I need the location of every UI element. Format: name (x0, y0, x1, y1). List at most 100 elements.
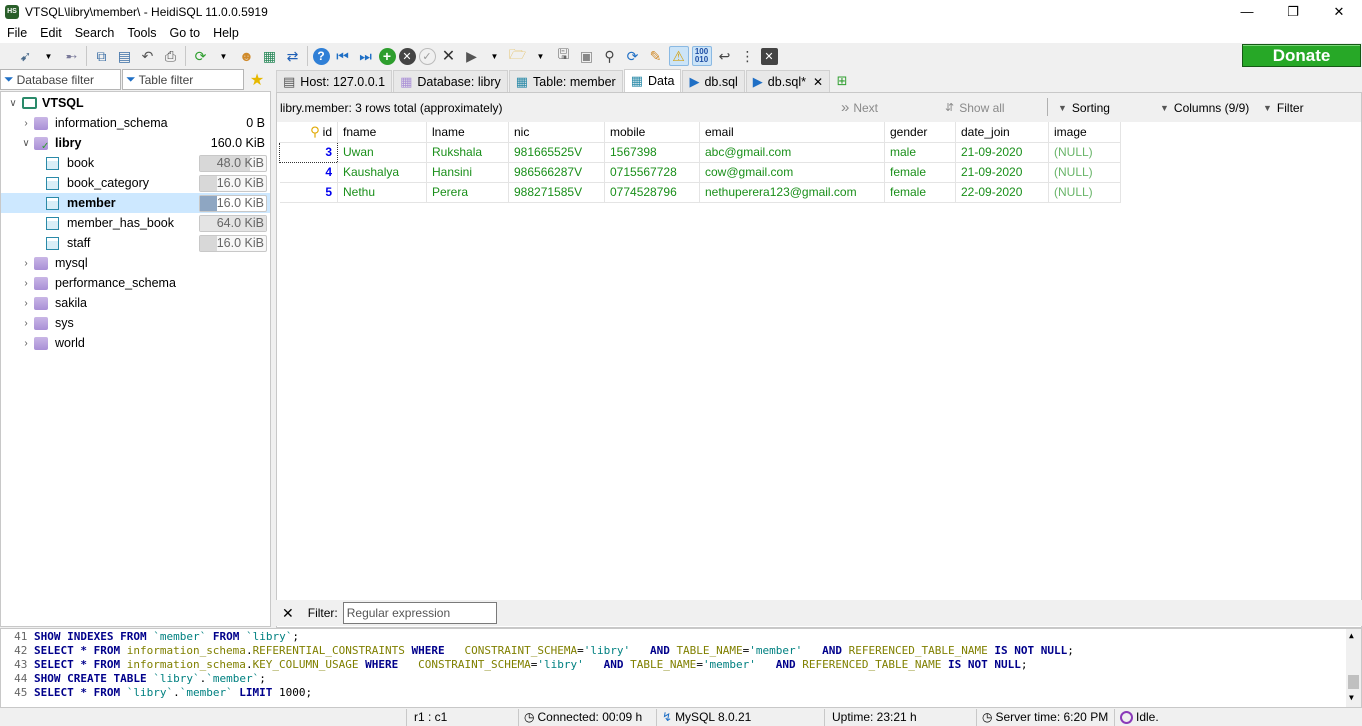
tree-db-mysql[interactable]: › mysql (1, 253, 270, 273)
cell-gender[interactable]: male (884, 142, 956, 163)
scroll-up-icon[interactable]: ▲ (1349, 631, 1354, 640)
cell-fname[interactable]: Kaushalya (337, 162, 427, 183)
print-icon[interactable]: ⎙ (161, 46, 181, 66)
tree-db-libry[interactable]: ∨ ✓ libry 160.0 KiB (1, 133, 270, 153)
export-icon[interactable]: ▦ (260, 46, 280, 66)
tab-table[interactable]: ▦ Table: member (508, 70, 623, 92)
cell-date-join[interactable]: 21-09-2020 (955, 162, 1049, 183)
expand-icon[interactable]: › (21, 278, 31, 289)
undo-icon[interactable]: ↶ (138, 46, 158, 66)
refresh-icon[interactable]: ⟳ (191, 46, 211, 66)
cell-lname[interactable]: Hansini (426, 162, 509, 183)
expand-icon[interactable]: › (21, 298, 31, 309)
filter-button[interactable]: ▼ Filter (1263, 101, 1304, 115)
tree-table-book-category[interactable]: book_category 16.0 KiB (1, 173, 270, 193)
tree-db-world[interactable]: › world (1, 333, 270, 353)
tree-db-performance-schema[interactable]: › performance_schema (1, 273, 270, 293)
help-icon[interactable]: ? (312, 47, 330, 65)
warnings-icon[interactable]: ⚠ (668, 46, 689, 66)
cell-id[interactable]: 4 (279, 162, 338, 183)
menu-tools[interactable]: Tools (120, 26, 162, 40)
scroll-thumb[interactable] (1348, 675, 1359, 689)
cell-fname[interactable]: Nethu (337, 182, 427, 203)
insert-row-icon[interactable]: + (378, 47, 396, 65)
cell-date-join[interactable]: 22-09-2020 (955, 182, 1049, 203)
expand-icon[interactable]: › (21, 118, 31, 129)
cell-mobile[interactable]: 0774528796 (604, 182, 700, 203)
collapse-icon[interactable]: ∨ (8, 98, 18, 109)
sync-icon[interactable]: ⇄ (283, 46, 303, 66)
sql-log-scrollbar[interactable]: ▲ ▼ (1346, 629, 1361, 707)
cell-id[interactable]: 5 (279, 182, 338, 203)
show-all-button[interactable]: ⇵ Show all (945, 101, 1005, 115)
column-header-date-join[interactable]: date_join (955, 122, 1049, 143)
column-header-mobile[interactable]: mobile (604, 122, 700, 143)
tree-table-member-has-book[interactable]: member_has_book 64.0 KiB (1, 213, 270, 233)
cell-fname[interactable]: Uwan (337, 142, 427, 163)
cell-email[interactable]: cow@gmail.com (699, 162, 885, 183)
expand-icon[interactable]: › (21, 318, 31, 329)
user-manager-icon[interactable]: ☻ (237, 46, 257, 66)
table-row[interactable]: 5 Nethu Perera 988271585V 0774528796 net… (279, 182, 1121, 203)
expand-icon[interactable]: › (21, 258, 31, 269)
menu-search[interactable]: Search (68, 26, 121, 40)
next-button[interactable]: » Next (841, 99, 878, 116)
stop-icon[interactable]: ✕ (760, 47, 778, 65)
cell-mobile[interactable]: 1567398 (604, 142, 700, 163)
cell-nic[interactable]: 981665525V (508, 142, 605, 163)
execute-dropdown-icon[interactable]: ▼ (485, 46, 505, 66)
collapse-icon[interactable]: ∨ (21, 138, 31, 149)
cell-lname[interactable]: Rukshala (426, 142, 509, 163)
maximize-button[interactable]: ❐ (1270, 0, 1316, 23)
execute-icon[interactable]: ▶ (462, 46, 482, 66)
column-header-nic[interactable]: nic (508, 122, 605, 143)
post-icon[interactable]: ✓ (418, 47, 436, 65)
cell-email[interactable]: nethuperera123@gmail.com (699, 182, 885, 203)
database-filter-input[interactable]: ⏷ Database filter (0, 69, 121, 90)
menu-goto[interactable]: Go to (163, 26, 207, 40)
close-window-button[interactable]: ✕ (1316, 0, 1362, 23)
filter-input[interactable]: Regular expression (342, 602, 497, 624)
cell-gender[interactable]: female (884, 162, 956, 183)
column-header-email[interactable]: email (699, 122, 885, 143)
tree-table-member[interactable]: member 16.0 KiB (1, 193, 270, 213)
donate-button[interactable]: Donate (1242, 44, 1361, 67)
expand-icon[interactable]: › (21, 338, 31, 349)
tab-database[interactable]: ▦ Database: libry (393, 70, 508, 92)
menu-file[interactable]: File (0, 26, 33, 40)
table-filter-input[interactable]: ⏷ Table filter (122, 69, 244, 90)
table-row[interactable]: 3 Uwan Rukshala 981665525V 1567398 abc@g… (279, 141, 1121, 163)
cell-image[interactable]: (NULL) (1048, 182, 1121, 203)
cell-nic[interactable]: 986566287V (508, 162, 605, 183)
menu-help[interactable]: Help (206, 26, 245, 40)
save-as-icon[interactable]: ▣ (577, 46, 597, 66)
cell-nic[interactable]: 988271585V (508, 182, 605, 203)
cancel-icon[interactable]: ✕ (439, 46, 459, 66)
data-grid[interactable]: ⚲ id fname lname nic mobile email gender … (279, 122, 1121, 203)
tree-root-vtsql[interactable]: ∨ VTSQL (1, 93, 270, 113)
tree-db-sakila[interactable]: › sakila (1, 293, 270, 313)
disconnect-icon[interactable]: ➸ (62, 46, 82, 66)
open-folder-icon[interactable]: 🗁 (508, 46, 528, 66)
sql-log[interactable]: 41 SHOW INDEXES FROM `member` FROM `libr… (0, 628, 1362, 708)
cell-image[interactable]: (NULL) (1048, 142, 1121, 163)
refresh-dropdown-icon[interactable]: ▼ (214, 46, 234, 66)
tree-db-sys[interactable]: › sys (1, 313, 270, 333)
tree-table-book[interactable]: book 48.0 KiB (1, 153, 270, 173)
binary-icon[interactable]: 100 010 (691, 46, 712, 66)
tab-host[interactable]: ▤ Host: 127.0.0.1 (276, 70, 393, 92)
minimize-button[interactable]: — (1224, 0, 1270, 23)
column-header-lname[interactable]: lname (426, 122, 509, 143)
column-header-fname[interactable]: fname (337, 122, 427, 143)
find-icon[interactable]: ⚲ (600, 46, 620, 66)
column-header-image[interactable]: image (1048, 122, 1121, 143)
replace-icon[interactable]: ⟳ (623, 46, 643, 66)
columns-button[interactable]: ▼ Columns (9/9) (1160, 101, 1249, 115)
open-dropdown-icon[interactable]: ▼ (531, 46, 551, 66)
cell-lname[interactable]: Perera (426, 182, 509, 203)
column-header-gender[interactable]: gender (884, 122, 956, 143)
tab-query-2[interactable]: ▶ db.sql* ✕ (745, 70, 831, 92)
table-row[interactable]: 4 Kaushalya Hansini 986566287V 071556772… (279, 162, 1121, 183)
cell-image[interactable]: (NULL) (1048, 162, 1121, 183)
tree-table-staff[interactable]: staff 16.0 KiB (1, 233, 270, 253)
